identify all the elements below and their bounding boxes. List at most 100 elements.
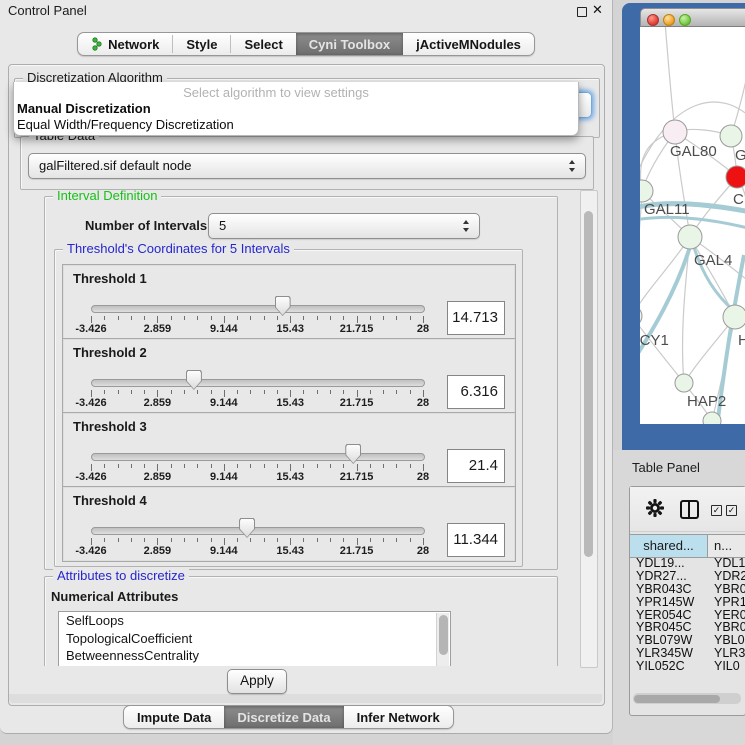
slider-tick <box>303 316 304 320</box>
column-header-shared-name[interactable]: shared... <box>630 535 708 557</box>
threshold-3-value-field[interactable]: 21.4 <box>447 449 505 483</box>
mac-zoom-icon[interactable] <box>679 14 691 26</box>
tab-select[interactable]: Select <box>231 33 295 55</box>
table-row[interactable]: YBR043CYBR0 <box>630 583 745 596</box>
slider-tick <box>197 316 198 320</box>
apply-button[interactable]: Apply <box>227 669 287 694</box>
cell-shared-name: YBR043C <box>636 583 692 596</box>
main-tab-bar: NetworkStyleSelectCyni ToolboxjActiveMNo… <box>0 32 612 56</box>
settings-vertical-scrollbar[interactable] <box>580 190 598 668</box>
threshold-1-slider-thumb[interactable] <box>275 296 291 316</box>
attribute-item-topologicalcoefficient[interactable]: TopologicalCoefficient <box>59 630 450 648</box>
slider-tick <box>357 464 358 471</box>
scrollbar-thumb[interactable] <box>439 615 448 655</box>
threshold-3-slider-thumb[interactable] <box>345 444 361 464</box>
slider-tick <box>410 390 411 394</box>
slider-tick <box>330 464 331 468</box>
network-node-gal4[interactable] <box>678 225 702 249</box>
tab-cyni-toolbox[interactable]: Cyni Toolbox <box>296 33 403 55</box>
close-icon[interactable]: ✕ <box>592 2 603 18</box>
slider-tick-label: -3.426 <box>75 471 106 483</box>
attributes-scrollbar[interactable] <box>436 613 449 666</box>
network-edge[interactable] <box>665 27 675 132</box>
threshold-3-slider-track[interactable] <box>91 453 425 461</box>
network-edge[interactable] <box>731 47 745 136</box>
network-node-gal80[interactable] <box>663 120 687 144</box>
network-edge[interactable] <box>640 191 642 316</box>
split-view-icon[interactable] <box>680 500 699 519</box>
threshold-4-value-field[interactable]: 11.344 <box>447 523 505 557</box>
checkbox-icon[interactable]: ✓ <box>711 505 722 516</box>
network-node-gcy1[interactable] <box>640 306 642 326</box>
tab-discretize-data[interactable]: Discretize Data <box>224 706 343 728</box>
threshold-2-slider-track[interactable] <box>91 379 425 387</box>
attribute-item-betweennesscentrality[interactable]: BetweennessCentrality <box>59 647 450 665</box>
slider-tick-label: 15.43 <box>276 471 304 483</box>
table-row[interactable]: YDR27...YDR2 <box>630 570 745 583</box>
tab-infer-network[interactable]: Infer Network <box>344 706 453 728</box>
network-node-c[interactable] <box>726 166 745 188</box>
network-node-hap2[interactable] <box>675 374 693 392</box>
gear-icon[interactable] <box>645 498 665 518</box>
network-node-label: GA <box>735 147 745 164</box>
network-node-h[interactable] <box>723 305 745 329</box>
network-node-label: GCY1 <box>640 332 669 349</box>
slider-tick <box>423 464 424 471</box>
scrollbar-thumb[interactable] <box>584 211 593 557</box>
slider-tick <box>317 316 318 320</box>
number-of-intervals-combobox[interactable]: 5 <box>208 213 480 239</box>
slider-tick <box>330 538 331 542</box>
slider-tick <box>104 316 105 320</box>
checkbox-icon[interactable]: ✓ <box>726 505 737 516</box>
scrollbar-thumb[interactable] <box>634 695 720 703</box>
slider-tick-label: -3.426 <box>75 397 106 409</box>
algorithm-option-manual-discretization[interactable]: Manual Discretization <box>17 101 151 116</box>
threshold-1-slider-track[interactable] <box>91 305 425 313</box>
slider-tick-label: 9.144 <box>210 471 238 483</box>
float-window-icon[interactable] <box>577 7 587 17</box>
threshold-1-value-field[interactable]: 14.713 <box>447 301 505 335</box>
slider-tick <box>224 538 225 545</box>
slider-tick <box>131 464 132 468</box>
table-data-combobox[interactable]: galFiltered.sif default node <box>28 153 586 179</box>
network-node-ga[interactable] <box>720 125 742 147</box>
control-panel-titlebar: Control Panel ✕ <box>0 0 612 22</box>
slider-tick <box>118 538 119 542</box>
table-row[interactable]: YDL19...YDL1 <box>630 557 745 570</box>
numerical-attributes-list[interactable]: SelfLoopsTopologicalCoefficientBetweenne… <box>58 611 451 666</box>
slider-tick <box>237 316 238 320</box>
threshold-2-label: Threshold 2 <box>73 345 147 360</box>
slider-tick <box>157 316 158 323</box>
threshold-2-value-field[interactable]: 6.316 <box>447 375 505 409</box>
network-node-gal11[interactable] <box>640 180 653 202</box>
column-header-name[interactable]: n... <box>714 535 732 557</box>
slider-tick <box>250 390 251 394</box>
table-row[interactable]: YIL052CYIL0 <box>630 660 745 673</box>
threshold-3-label: Threshold 3 <box>73 419 147 434</box>
tab-network[interactable]: Network <box>78 33 172 55</box>
table-horizontal-scrollbar[interactable] <box>633 693 741 704</box>
threshold-4-slider-track[interactable] <box>91 527 425 535</box>
slider-tick <box>157 390 158 397</box>
tab-style[interactable]: Style <box>173 33 230 55</box>
network-edge[interactable] <box>640 316 684 383</box>
threshold-4-slider-thumb[interactable] <box>239 518 255 538</box>
attribute-item-selfloops[interactable]: SelfLoops <box>59 612 450 630</box>
attributes-to-discretize-group: Attributes to discretize Numerical Attri… <box>44 576 558 666</box>
algorithm-option-equal-width-frequency-discretization[interactable]: Equal Width/Frequency Discretization <box>17 117 234 132</box>
threshold-2-panel: Threshold 2-3.4262.8599.14415.4321.71528… <box>62 338 516 414</box>
tab-jactivemnodules[interactable]: jActiveMNodules <box>403 33 534 55</box>
slider-tick <box>370 464 371 468</box>
tab-impute-data[interactable]: Impute Data <box>124 706 224 728</box>
network-window-titlebar[interactable] <box>640 8 745 27</box>
network-canvas[interactable]: GAL80GACGAL11GAL4GCY1HHAP2 <box>640 27 745 424</box>
mac-close-icon[interactable] <box>647 14 659 26</box>
table-panel-title: Table Panel <box>632 460 700 475</box>
tab-strip: NetworkStyleSelectCyni ToolboxjActiveMNo… <box>77 32 535 56</box>
slider-tick <box>290 316 291 323</box>
table-row[interactable]: YPR145WYPR1 <box>630 596 745 609</box>
threshold-2-slider-thumb[interactable] <box>186 370 202 390</box>
table-data-value: galFiltered.sif default node <box>39 154 191 178</box>
slider-tick <box>343 316 344 320</box>
mac-minimize-icon[interactable] <box>663 14 675 26</box>
